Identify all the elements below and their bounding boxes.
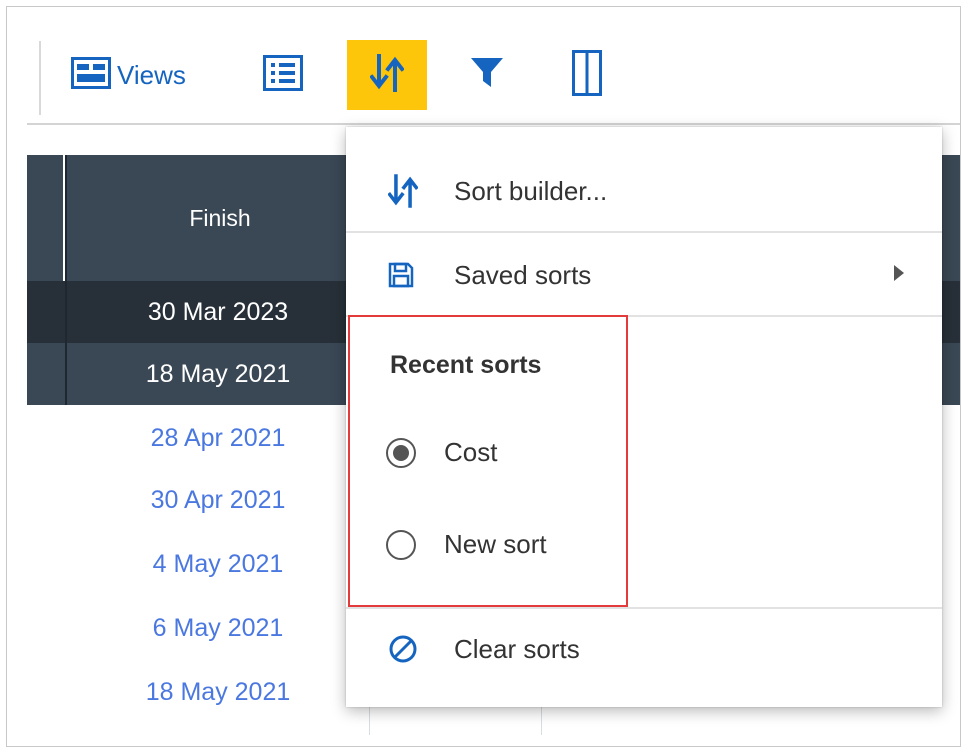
radio-dot [393,444,409,461]
finish-cell: 18 May 2021 [145,677,291,706]
sort-icon [388,174,418,208]
columns-icon [572,49,602,101]
saved-sorts-item[interactable]: Saved sorts [346,235,942,315]
list-view-button[interactable] [259,53,307,97]
clear-sorts-item[interactable]: Clear sorts [346,611,942,687]
columns-button[interactable] [565,49,609,101]
filter-icon [470,57,504,94]
clear-sorts-label: Clear sorts [454,633,580,664]
menu-divider [346,231,942,233]
radio-button[interactable] [386,529,416,560]
chevron-right-icon [894,265,904,281]
finish-cell: 18 May 2021 [145,359,291,388]
recent-sort-label: New sort [444,529,547,559]
views-button[interactable]: Views [71,53,186,97]
list-icon [263,54,303,96]
toolbar-divider [27,123,960,125]
views-icon [71,56,111,94]
recent-sorts-heading: Recent sorts [390,351,542,379]
views-label: Views [117,59,186,90]
app-frame: Views Finish 30 Mar 2023 18 May 2021 28 … [6,6,961,747]
finish-cell: 30 Apr 2021 [150,485,286,514]
recent-sort-option[interactable]: New sort [386,529,547,560]
save-icon [388,262,414,288]
finish-cell: 6 May 2021 [152,613,284,642]
filter-button[interactable] [463,53,511,97]
column-header-finish[interactable]: Finish [65,155,373,281]
sort-button[interactable] [347,40,427,110]
grid-header-spacer [27,155,63,281]
finish-cell: 4 May 2021 [152,549,284,578]
finish-cell: 28 Apr 2021 [150,423,286,452]
column-header-label: Finish [189,204,251,231]
scrollbar[interactable] [942,155,960,285]
sort-icon [369,53,405,97]
recent-sort-option[interactable]: Cost [386,437,497,468]
toolbar-separator [39,41,41,115]
sort-builder-item[interactable]: Sort builder... [346,151,942,231]
recent-sort-label: Cost [444,437,498,467]
row-divider [65,281,67,405]
block-icon [388,634,418,664]
saved-sorts-label: Saved sorts [454,259,592,290]
sort-builder-label: Sort builder... [454,175,608,206]
finish-cell: 30 Mar 2023 [147,297,289,326]
sort-menu: Sort builder... Saved sorts Recent sorts… [346,127,942,707]
menu-divider [346,607,942,609]
radio-button-selected[interactable] [386,437,416,468]
